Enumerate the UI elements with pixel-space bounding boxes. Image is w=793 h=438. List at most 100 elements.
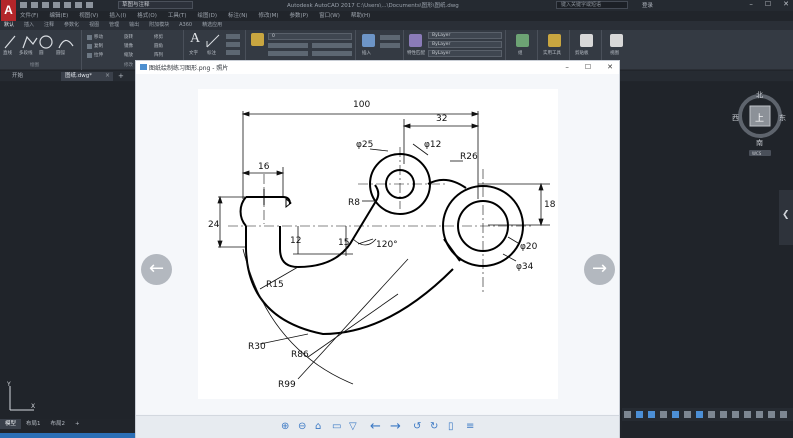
modify-trim[interactable]: 修剪: [154, 34, 163, 40]
add-layout-icon[interactable]: +: [70, 419, 85, 429]
viewcube-south[interactable]: 南: [756, 138, 763, 148]
more-options-icon[interactable]: ≡: [466, 421, 474, 433]
viewer-close-button[interactable]: ✕: [607, 61, 613, 73]
draw-line-label[interactable]: 直线: [3, 50, 12, 56]
tab-model[interactable]: 模型: [0, 419, 22, 429]
wcs-menu[interactable]: WCS: [752, 151, 761, 156]
next-arrow-icon[interactable]: →: [390, 420, 401, 433]
menu-item-tools[interactable]: 工具(T): [168, 11, 187, 21]
zoom-out-icon[interactable]: ⊖: [298, 421, 306, 433]
ortho-icon[interactable]: [660, 411, 667, 418]
menu-item-modify[interactable]: 修改(M): [258, 11, 278, 21]
tab-parametric[interactable]: 参数化: [64, 21, 79, 30]
close-tab-icon[interactable]: ×: [105, 72, 110, 79]
search-input[interactable]: 键入关键字或短语: [556, 1, 628, 9]
tab-insert[interactable]: 插入: [24, 21, 34, 30]
minimize-button[interactable]: –: [749, 0, 753, 8]
slideshow-icon[interactable]: ▽: [349, 421, 357, 433]
menu-item-format[interactable]: 格式(O): [137, 11, 157, 21]
menu-item-window[interactable]: 窗口(W): [319, 11, 340, 21]
annotation-scale-icon[interactable]: [744, 411, 751, 418]
fit-window-icon[interactable]: ⌂: [315, 421, 321, 433]
tab-output[interactable]: 输出: [129, 21, 139, 30]
zoom-in-icon[interactable]: ⊕: [281, 421, 289, 433]
create-block-icon[interactable]: [380, 35, 400, 40]
delete-icon[interactable]: ▯: [448, 421, 454, 433]
viewcube-north[interactable]: 北: [756, 90, 763, 100]
next-image-button[interactable]: →: [584, 254, 615, 285]
tab-featured[interactable]: 精选应用: [202, 21, 222, 30]
new-tab-icon[interactable]: +: [118, 72, 124, 80]
modify-rotate[interactable]: 旋转: [124, 34, 133, 40]
undo-icon[interactable]: [75, 2, 82, 8]
menu-item-view[interactable]: 视图(V): [79, 11, 98, 21]
tab-manage[interactable]: 管理: [109, 21, 119, 30]
tab-annotate[interactable]: 注释: [44, 21, 54, 30]
tab-addins[interactable]: 附加模块: [149, 21, 169, 30]
plot-icon[interactable]: [64, 2, 71, 8]
start-tab[interactable]: 开始: [8, 72, 32, 81]
rotate-left-icon[interactable]: ↺: [413, 421, 421, 433]
close-button[interactable]: ✕: [783, 0, 789, 8]
menu-item-parametric[interactable]: 参数(P): [290, 11, 309, 21]
tab-view[interactable]: 视图: [89, 21, 99, 30]
modify-array[interactable]: 阵列: [154, 52, 163, 58]
draw-arc-label[interactable]: 圆弧: [56, 50, 65, 56]
paste-icon[interactable]: [580, 34, 593, 47]
modify-stretch[interactable]: 拉伸: [94, 52, 103, 58]
save-icon[interactable]: [42, 2, 49, 8]
viewcube-west[interactable]: 西: [732, 113, 739, 123]
maximize-button[interactable]: ☐: [765, 0, 771, 8]
modify-move[interactable]: 移动: [94, 34, 103, 40]
draw-tools-icons[interactable]: [3, 34, 79, 50]
previous-image-button[interactable]: ←: [141, 254, 172, 285]
menu-item-file[interactable]: 文件(F): [20, 11, 38, 21]
layer-dropdown[interactable]: 0: [268, 33, 352, 40]
menu-item-draw[interactable]: 绘图(D): [198, 11, 218, 21]
panel-title-draw[interactable]: 绘图: [30, 62, 39, 68]
linear-icon[interactable]: [226, 34, 240, 39]
insert-label[interactable]: 插入: [362, 50, 371, 56]
panel-title-modify[interactable]: 修改: [124, 62, 133, 68]
tab-layout1[interactable]: 布局1: [21, 419, 46, 429]
workspace-switch-icon[interactable]: [756, 411, 763, 418]
model-space-icon[interactable]: [624, 411, 631, 418]
dimension-icon[interactable]: [206, 34, 220, 48]
osnap-icon[interactable]: [684, 411, 691, 418]
text-label[interactable]: 文字: [189, 50, 198, 56]
snap-icon[interactable]: [648, 411, 655, 418]
insert-block-icon[interactable]: [362, 34, 375, 47]
utilities-label[interactable]: 实用工具: [543, 50, 561, 56]
viewcube-east[interactable]: 东: [779, 113, 786, 123]
workspace-dropdown[interactable]: 草图与注释: [118, 1, 193, 9]
menu-item-dimension[interactable]: 标注(N): [228, 11, 247, 21]
edit-block-icon[interactable]: [380, 43, 400, 48]
menu-item-insert[interactable]: 插入(I): [109, 11, 126, 21]
isolate-icon[interactable]: [768, 411, 775, 418]
selection-cycling-icon[interactable]: [732, 411, 739, 418]
tab-home[interactable]: 默认: [4, 21, 14, 30]
text-icon[interactable]: A: [190, 31, 200, 47]
layer-tools-row2[interactable]: [312, 43, 352, 48]
tab-a360[interactable]: A360: [179, 21, 192, 30]
match-properties-icon[interactable]: [409, 34, 422, 47]
rotate-right-icon[interactable]: ↻: [430, 421, 438, 433]
layer-tools-row4[interactable]: [312, 51, 352, 56]
modify-copy[interactable]: 复制: [94, 43, 103, 49]
view-label[interactable]: 视图: [610, 50, 619, 56]
transparency-icon[interactable]: [720, 411, 727, 418]
dimension-label[interactable]: 标注: [207, 50, 216, 56]
viewcube-top-face[interactable]: 上: [755, 111, 764, 124]
viewer-maximize-button[interactable]: ☐: [585, 61, 591, 73]
menu-item-help[interactable]: 帮助(H): [351, 11, 370, 21]
save-as-icon[interactable]: [53, 2, 60, 8]
base-view-icon[interactable]: [610, 34, 623, 47]
lineweight-icon[interactable]: [708, 411, 715, 418]
polar-icon[interactable]: [672, 411, 679, 418]
match-properties-label[interactable]: 特性匹配: [407, 50, 425, 56]
sign-in-button[interactable]: 登录: [642, 1, 653, 9]
open-folder-icon[interactable]: ▭: [332, 421, 341, 433]
layer-tools-row1[interactable]: [268, 43, 308, 48]
modify-fillet[interactable]: 圆角: [154, 43, 163, 49]
tab-layout2[interactable]: 布局2: [46, 419, 71, 429]
